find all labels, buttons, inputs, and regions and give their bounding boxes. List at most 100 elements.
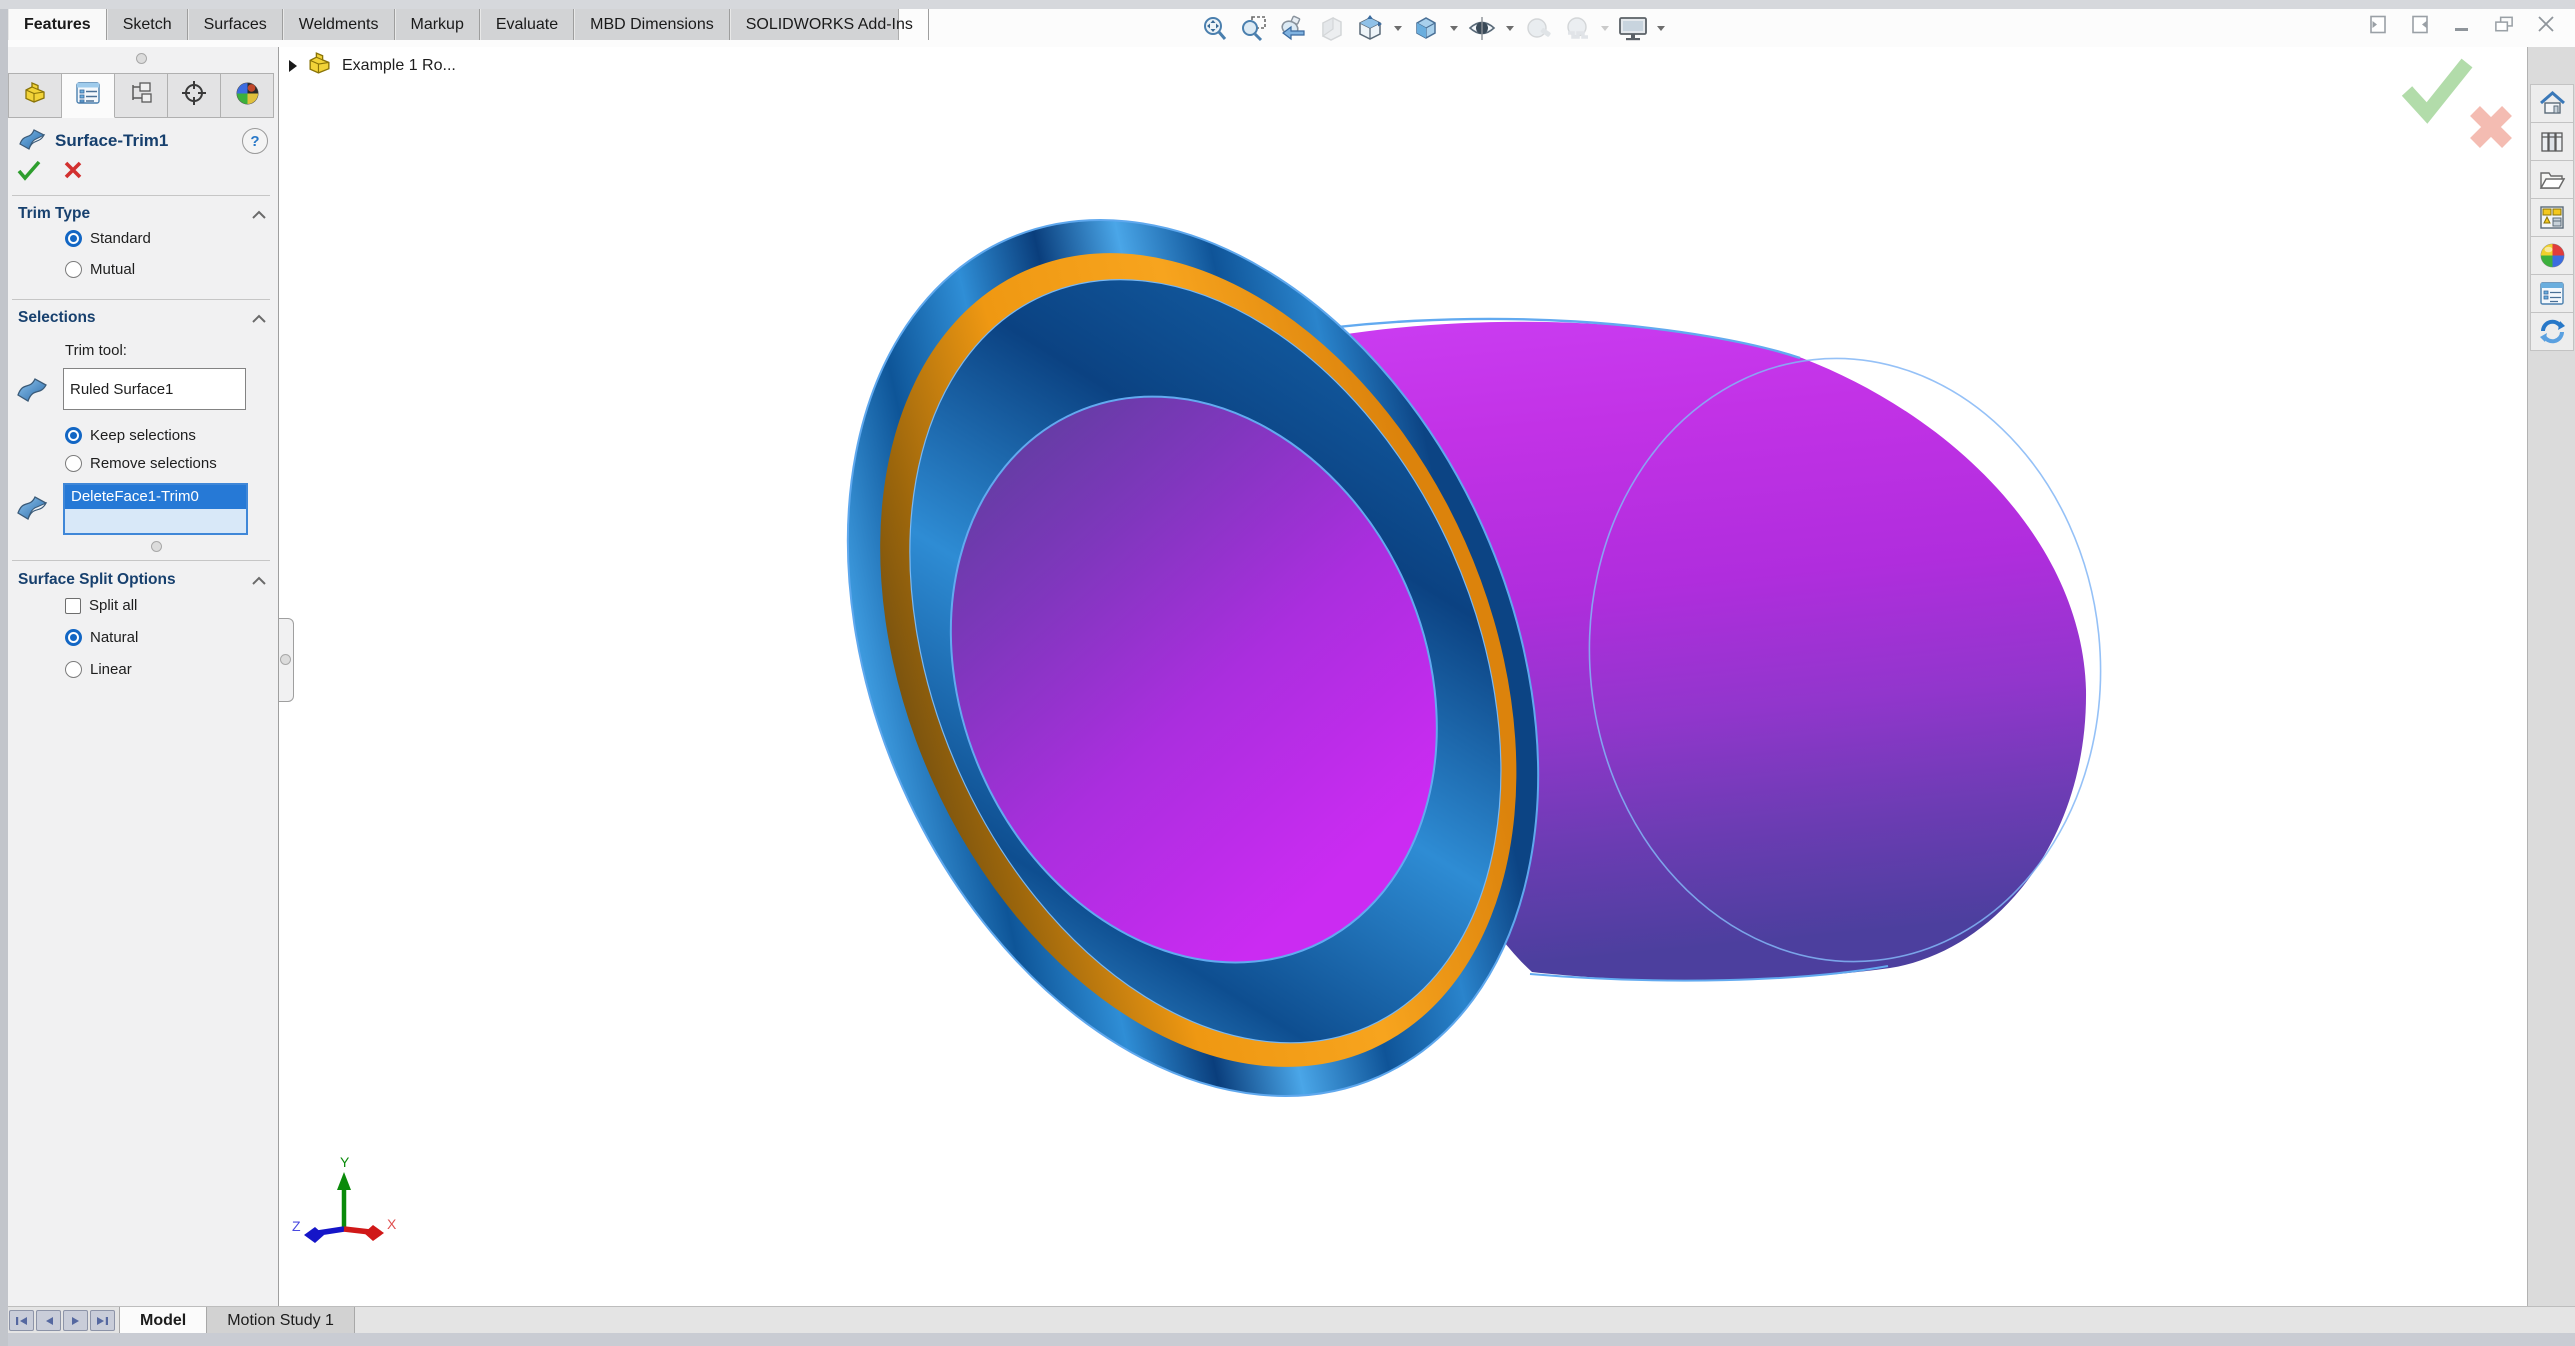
- flyout-featuremanager-item[interactable]: Example 1 Ro...: [289, 51, 456, 81]
- tab-configurationmanager[interactable]: [115, 73, 168, 118]
- standard-radio[interactable]: [65, 230, 82, 247]
- propertymanager-icon: [75, 81, 101, 110]
- part-icon: [306, 51, 333, 81]
- custom-properties-icon[interactable]: [2530, 274, 2574, 313]
- display-style-dropdown-icon[interactable]: [1450, 25, 1458, 31]
- previous-pane-icon[interactable]: [2367, 13, 2389, 35]
- view-settings-icon[interactable]: [1616, 12, 1650, 44]
- collapse-chevron-icon[interactable]: [252, 314, 266, 323]
- splitter-grip-icon: [280, 654, 291, 665]
- split-all-checkbox[interactable]: [65, 597, 81, 614]
- window-frame-left: [0, 9, 8, 1346]
- section-view-icon: [1314, 12, 1348, 44]
- pm-title: Surface-Trim1: [55, 131, 169, 150]
- view-settings-dropdown-icon[interactable]: [1657, 25, 1665, 31]
- property-manager-panel: Surface-Trim1 ? Trim Type Standard Mutua…: [8, 47, 279, 1306]
- trim-type-header[interactable]: Trim Type: [18, 205, 266, 223]
- tab-dimxpertmanager[interactable]: [168, 73, 221, 118]
- dimxpert-target-icon: [181, 80, 207, 111]
- surface-split-header[interactable]: Surface Split Options: [18, 571, 266, 589]
- displaymanager-sphere-icon: [235, 81, 260, 111]
- x-axis-arrowhead: [364, 1225, 384, 1241]
- divider: [12, 299, 270, 300]
- tab-sketch[interactable]: Sketch: [106, 9, 188, 40]
- help-button[interactable]: ?: [242, 128, 268, 154]
- tab-displaymanager[interactable]: [221, 73, 274, 118]
- graphics-viewport[interactable]: Example 1 Ro... Y Z X: [279, 47, 2527, 1306]
- cancel-button[interactable]: [62, 159, 84, 186]
- trim-tool-label: Trim tool:: [65, 342, 127, 359]
- selections-header[interactable]: Selections: [18, 309, 266, 327]
- zoom-to-area-icon[interactable]: [1236, 12, 1270, 44]
- restore-icon[interactable]: [2493, 13, 2515, 35]
- keep-selections-radio[interactable]: [65, 427, 82, 444]
- mutual-radio[interactable]: [65, 261, 82, 278]
- view-palette-icon[interactable]: [2530, 198, 2574, 237]
- home-icon[interactable]: [2530, 84, 2574, 123]
- ribbon-tab-strip: Features Sketch Surfaces Weldments Marku…: [8, 9, 929, 40]
- divider: [12, 560, 270, 561]
- minimize-icon[interactable]: [2451, 13, 2473, 35]
- keep-selections-option: Keep selections: [65, 427, 196, 444]
- panel-top-grip[interactable]: [136, 53, 147, 64]
- appearances-scenes-icon[interactable]: [2530, 236, 2574, 275]
- pieces-selected-row[interactable]: DeleteFace1-Trim0: [65, 485, 246, 509]
- hide-show-items-dropdown-icon[interactable]: [1506, 25, 1514, 31]
- motion-study-tab[interactable]: Motion Study 1: [207, 1307, 355, 1334]
- solidworks-resources-icon[interactable]: [2530, 312, 2574, 351]
- last-tab-button[interactable]: [90, 1310, 115, 1331]
- pieces-to-keep-icon: [12, 487, 52, 527]
- listbox-resize-grip[interactable]: [151, 541, 162, 552]
- tab-mbd-dimensions[interactable]: MBD Dimensions: [574, 9, 730, 40]
- next-tab-button[interactable]: [63, 1310, 88, 1331]
- panel-splitter-handle[interactable]: [278, 618, 294, 702]
- apply-scene-icon: [1560, 12, 1594, 44]
- file-explorer-icon[interactable]: [2530, 160, 2574, 199]
- ok-button[interactable]: [16, 159, 42, 186]
- confirm-cancel-icon[interactable]: [2470, 106, 2512, 148]
- tab-surfaces[interactable]: Surfaces: [187, 9, 283, 40]
- split-all-label: Split all: [89, 597, 138, 614]
- previous-tab-button[interactable]: [36, 1310, 61, 1331]
- mutual-option: Mutual: [65, 261, 135, 278]
- window-controls: [2367, 13, 2557, 35]
- natural-radio[interactable]: [65, 629, 82, 646]
- standard-option: Standard: [65, 230, 151, 247]
- design-library-icon[interactable]: [2530, 122, 2574, 161]
- tab-propertymanager[interactable]: [62, 73, 115, 118]
- view-orientation-icon[interactable]: [1353, 12, 1387, 44]
- pieces-listbox[interactable]: DeleteFace1-Trim0: [63, 483, 248, 535]
- zoom-to-fit-icon[interactable]: [1197, 12, 1231, 44]
- model-surface-trim-preview[interactable]: [780, 170, 2150, 1170]
- hide-show-items-icon[interactable]: [1465, 12, 1499, 44]
- apply-scene-dropdown-icon: [1601, 25, 1609, 31]
- y-axis-label: Y: [340, 1155, 350, 1170]
- remove-selections-radio[interactable]: [65, 455, 82, 472]
- tab-solidworks-addins[interactable]: SOLIDWORKS Add-Ins: [729, 9, 929, 40]
- previous-view-icon[interactable]: [1275, 12, 1309, 44]
- confirm-accept-icon[interactable]: [2401, 58, 2473, 124]
- tab-markup[interactable]: Markup: [394, 9, 480, 40]
- tab-evaluate[interactable]: Evaluate: [479, 9, 575, 40]
- first-tab-button[interactable]: [9, 1310, 34, 1331]
- natural-option: Natural: [65, 629, 138, 646]
- linear-radio[interactable]: [65, 661, 82, 678]
- trim-tool-input[interactable]: [63, 368, 246, 410]
- x-axis-label: X: [387, 1216, 396, 1232]
- mutual-label: Mutual: [90, 261, 136, 278]
- collapse-chevron-icon[interactable]: [252, 210, 266, 219]
- display-style-icon[interactable]: [1409, 12, 1443, 44]
- reference-triad: Y Z X: [292, 1155, 396, 1243]
- confirmation-corner: [2401, 58, 2512, 148]
- close-icon[interactable]: [2535, 13, 2557, 35]
- tab-features[interactable]: Features: [8, 9, 107, 40]
- expand-arrow-icon[interactable]: [289, 60, 297, 72]
- collapse-chevron-icon[interactable]: [252, 576, 266, 585]
- view-orientation-dropdown-icon[interactable]: [1394, 25, 1402, 31]
- y-axis-arrowhead: [337, 1172, 351, 1190]
- next-pane-icon[interactable]: [2409, 13, 2431, 35]
- model-tab[interactable]: Model: [119, 1307, 208, 1334]
- headsup-view-toolbar: [1197, 11, 1667, 45]
- tab-featuremanager-tree[interactable]: [8, 73, 62, 118]
- tab-weldments[interactable]: Weldments: [282, 9, 395, 40]
